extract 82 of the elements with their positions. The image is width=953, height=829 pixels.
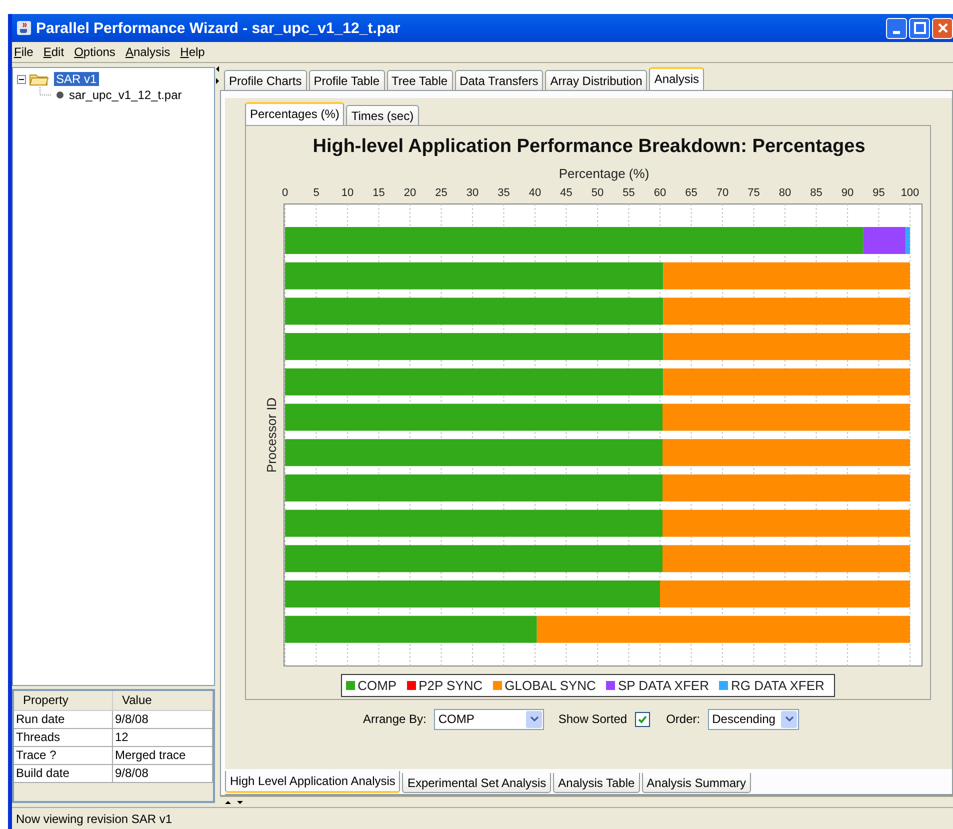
folder-icon — [29, 72, 49, 86]
app-cup-icon — [16, 20, 32, 36]
tick-label: 80 — [778, 187, 792, 199]
collapse-icon[interactable] — [17, 74, 26, 84]
tab[interactable]: Profile Charts — [224, 70, 307, 90]
field-label: Arrange By: — [363, 712, 426, 726]
arrange-by-dropdown[interactable]: COMP — [434, 708, 544, 730]
legend-label: P2P SYNC — [418, 678, 483, 693]
column-header[interactable]: Value — [113, 691, 213, 711]
maximize-button[interactable] — [909, 18, 930, 38]
leaf-dot-icon — [56, 91, 64, 99]
tick-label: 15 — [372, 187, 385, 199]
tree-item[interactable]: SAR v1 — [54, 72, 99, 86]
table-cell: Run date — [14, 711, 113, 729]
window-title: Parallel Performance Wizard - sar_upc_v1_12_t.par — [36, 20, 402, 36]
menu-item[interactable]: Edit — [43, 45, 64, 59]
checkmark-icon — [638, 714, 648, 724]
table-cell: 9/8/08 — [113, 711, 213, 729]
tick-label: 0 — [282, 187, 288, 199]
legend-label: COMP — [358, 678, 397, 693]
order-dropdown[interactable]: Descending — [708, 708, 800, 730]
tick-label: 20 — [404, 187, 416, 199]
menu-item[interactable]: Help — [180, 45, 205, 59]
chevron-down-icon — [530, 716, 539, 722]
minimize-button[interactable] — [886, 18, 907, 38]
tab[interactable]: High Level Application Analysis — [225, 771, 400, 793]
tick-label: 50 — [591, 187, 604, 199]
tab[interactable]: Experimental Set Analysis — [402, 773, 552, 793]
splitter-arrows-icon[interactable] — [215, 65, 220, 85]
tick-label: 75 — [748, 187, 760, 199]
status-text: Now viewing revision SAR v1 — [16, 812, 172, 826]
tick-label: 40 — [528, 187, 542, 199]
chart-title: High-level Application Performance Breakdown: Percentages — [312, 136, 866, 157]
tab[interactable]: Data Transfers — [454, 70, 544, 90]
close-icon — [936, 22, 948, 34]
tab[interactable]: Times (sec) — [346, 105, 419, 125]
tab[interactable]: Profile Table — [308, 70, 385, 90]
legend-label: SP DATA XFER — [618, 678, 709, 693]
table-cell: Threads — [14, 729, 113, 747]
maximize-icon — [914, 22, 926, 34]
tick-label: 90 — [841, 187, 854, 199]
tick-label: 60 — [654, 187, 666, 199]
tick-label: 25 — [435, 187, 448, 199]
tree-line-icon — [39, 87, 53, 96]
tab[interactable]: Array Distribution — [545, 70, 648, 90]
tree-item[interactable]: sar_upc_v1_12_t.par — [69, 88, 182, 102]
legend-label: GLOBAL SYNC — [504, 678, 596, 693]
tab[interactable]: Percentages (%) — [245, 102, 344, 125]
tick-label: 30 — [466, 187, 479, 199]
minimize-icon — [893, 30, 900, 34]
field-label: Order: — [666, 712, 700, 726]
tick-label: 45 — [560, 187, 572, 199]
axis-title: Processor ID — [264, 397, 279, 473]
tick-label: 85 — [810, 187, 822, 199]
tab[interactable]: Analysis Table — [553, 773, 640, 793]
close-button[interactable] — [932, 18, 953, 38]
menu-item[interactable]: File — [14, 45, 34, 59]
tick-label: 35 — [498, 187, 510, 199]
table-cell: 9/8/08 — [113, 765, 213, 783]
tick-label: 65 — [685, 187, 698, 199]
menu-item[interactable]: Analysis — [125, 45, 170, 59]
tab[interactable]: Tree Table — [386, 70, 453, 90]
tick-label: 10 — [341, 187, 354, 199]
table-cell: Trace ? — [14, 747, 113, 765]
tick-label: 5 — [313, 187, 320, 199]
tick-label: 70 — [716, 187, 729, 199]
show-sorted-checkbox[interactable] — [635, 712, 650, 726]
tick-label: 100 — [900, 187, 920, 199]
chevron-down-icon — [784, 716, 794, 722]
checkbox-label: Show Sorted — [558, 712, 628, 726]
axis-title: Percentage (%) — [558, 166, 650, 181]
legend-label: RG DATA XFER — [730, 678, 824, 693]
tick-label: 95 — [872, 187, 885, 199]
table-cell: 12 — [113, 729, 213, 747]
tick-label: 55 — [622, 187, 635, 199]
splitter-arrows-icon[interactable] — [224, 800, 244, 804]
menu-item[interactable]: Options — [74, 45, 116, 59]
column-header[interactable]: Property — [14, 691, 113, 711]
tab[interactable]: Analysis — [649, 67, 704, 90]
table-cell: Build date — [14, 765, 113, 783]
tab[interactable]: Analysis Summary — [642, 773, 752, 793]
table-cell: Merged trace — [113, 747, 213, 765]
